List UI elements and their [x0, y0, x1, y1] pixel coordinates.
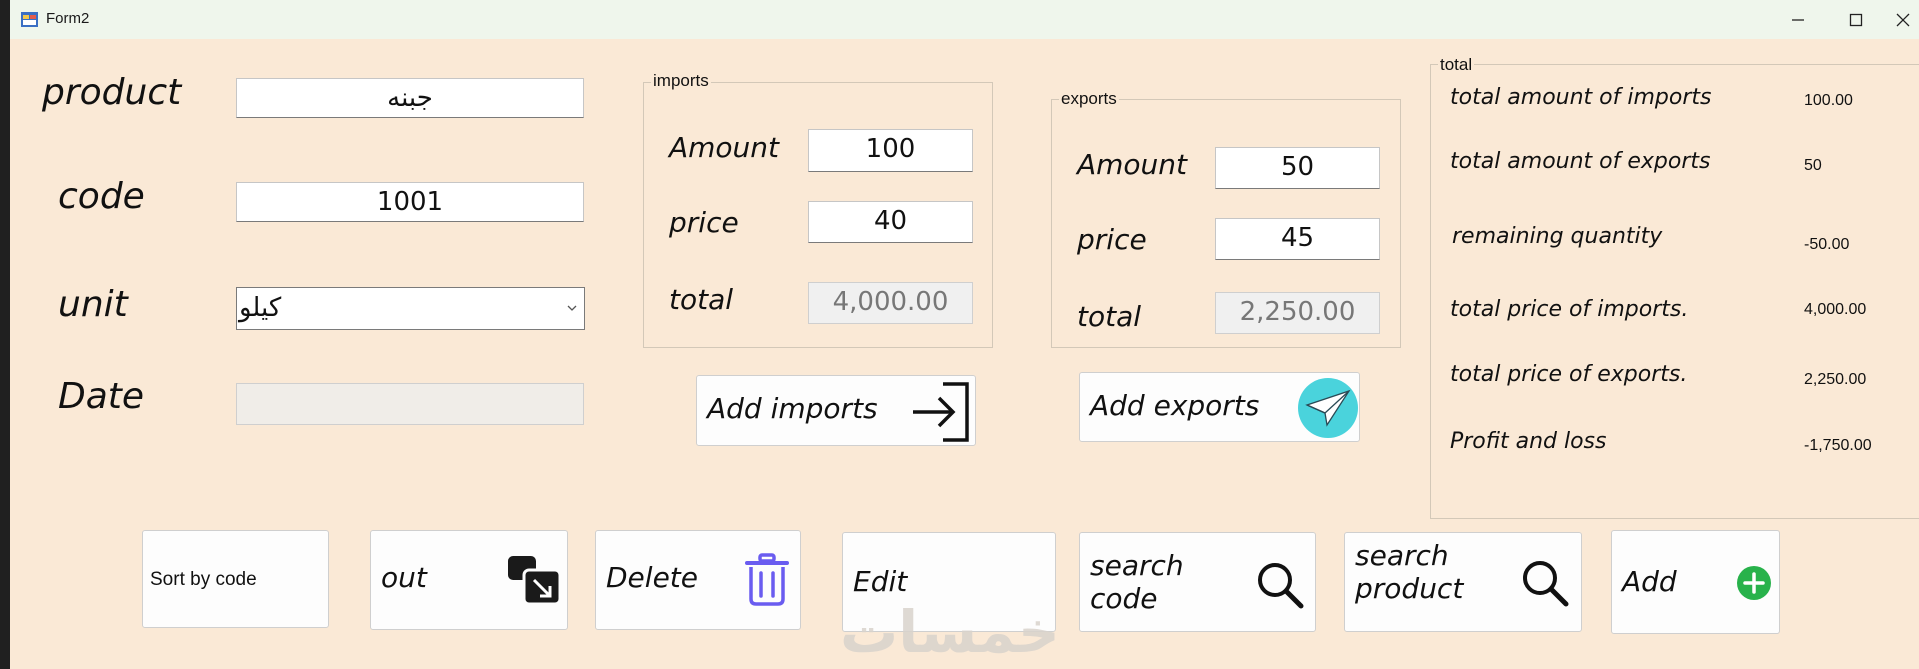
summary-label-profit-loss: Profit and loss	[1450, 429, 1607, 454]
unit-combobox[interactable]: كيلو	[236, 287, 585, 330]
code-field[interactable]: 1001	[236, 182, 584, 222]
close-button[interactable]	[1886, 0, 1919, 39]
summary-group-title: total	[1438, 55, 1475, 75]
exports-amount-field[interactable]: 50	[1215, 147, 1380, 189]
form2-window: Form2 product جبنه code 1001 unit كيلو D…	[10, 0, 1919, 669]
summary-label-imports-amount: total amount of imports	[1450, 85, 1712, 110]
delete-button[interactable]: Delete	[595, 530, 801, 630]
date-field[interactable]	[236, 383, 584, 425]
window-title: Form2	[46, 10, 90, 27]
summary-label-remaining: remaining quantity	[1452, 224, 1663, 249]
product-label: product	[42, 72, 182, 113]
exports-price-label: price	[1077, 223, 1147, 256]
imports-price-label: price	[669, 206, 739, 239]
summary-value-imports-amount: 100.00	[1804, 92, 1853, 109]
unit-selected-value: كيلو	[239, 293, 282, 323]
exports-amount-label: Amount	[1077, 148, 1188, 181]
add-exports-button[interactable]: Add exports	[1079, 372, 1360, 442]
search-code-label: search code	[1090, 549, 1184, 615]
search-product-label-line1: search	[1355, 539, 1449, 572]
search-code-label-line1: search	[1090, 549, 1184, 582]
summary-value-exports-amount: 50	[1804, 157, 1822, 174]
product-field[interactable]: جبنه	[236, 78, 584, 118]
add-exports-label: Add exports	[1090, 389, 1260, 422]
summary-value-remaining: -50.00	[1804, 236, 1850, 253]
date-label: Date	[58, 376, 145, 417]
search-icon	[1258, 563, 1304, 609]
search-product-label-line2: product	[1355, 572, 1464, 605]
imports-total-field: 4,000.00	[808, 282, 973, 324]
close-icon	[1896, 13, 1909, 26]
app-icon	[21, 12, 38, 27]
maximize-button[interactable]	[1828, 0, 1884, 39]
watermark-logo: خمسات	[840, 598, 1060, 666]
summary-label-imports-price: total price of imports.	[1450, 297, 1689, 322]
exports-group-title: exports	[1059, 89, 1119, 109]
add-label: Add	[1622, 565, 1677, 598]
summary-value-profit-loss: -1,750.00	[1804, 437, 1872, 454]
title-bar: Form2	[10, 0, 1919, 39]
unit-label: unit	[58, 284, 128, 325]
search-product-label: search product	[1355, 539, 1463, 605]
out-button[interactable]: out	[370, 530, 568, 630]
minimize-button[interactable]	[1770, 0, 1826, 39]
imports-price-field[interactable]: 40	[808, 201, 973, 243]
enter-arrow-icon	[913, 382, 969, 442]
exports-price-field[interactable]: 45	[1215, 218, 1380, 260]
edit-label: Edit	[853, 565, 908, 598]
maximize-icon	[1849, 13, 1863, 26]
imports-group-title: imports	[651, 71, 711, 91]
sort-by-code-label: Sort by code	[150, 569, 257, 590]
chevron-down-icon	[567, 305, 577, 311]
out-label: out	[381, 561, 427, 594]
search-icon	[1523, 561, 1569, 607]
exports-total-field: 2,250.00	[1215, 292, 1380, 334]
add-imports-label: Add imports	[707, 392, 878, 425]
search-code-button[interactable]: search code	[1079, 532, 1316, 632]
add-button[interactable]: Add	[1611, 530, 1780, 634]
sort-by-code-button[interactable]: Sort by code	[142, 530, 329, 628]
out-windows-icon	[508, 556, 561, 605]
trash-icon	[745, 553, 789, 606]
minimize-icon	[1792, 18, 1804, 21]
imports-amount-field[interactable]: 100	[808, 129, 973, 172]
summary-label-exports-price: total price of exports.	[1450, 362, 1688, 387]
search-code-label-line2: code	[1090, 582, 1158, 615]
imports-amount-label: Amount	[669, 131, 780, 164]
summary-value-exports-price: 2,250.00	[1804, 371, 1867, 388]
exports-total-label: total	[1077, 300, 1142, 333]
code-label: code	[58, 176, 145, 217]
plus-circle-icon	[1737, 566, 1771, 600]
summary-value-imports-price: 4,000.00	[1804, 301, 1867, 318]
delete-label: Delete	[606, 561, 698, 594]
add-imports-button[interactable]: Add imports	[696, 375, 976, 446]
paper-plane-icon	[1298, 378, 1358, 438]
imports-total-label: total	[669, 283, 734, 316]
summary-label-exports-amount: total amount of exports	[1450, 149, 1711, 174]
search-product-button[interactable]: search product	[1344, 532, 1582, 632]
